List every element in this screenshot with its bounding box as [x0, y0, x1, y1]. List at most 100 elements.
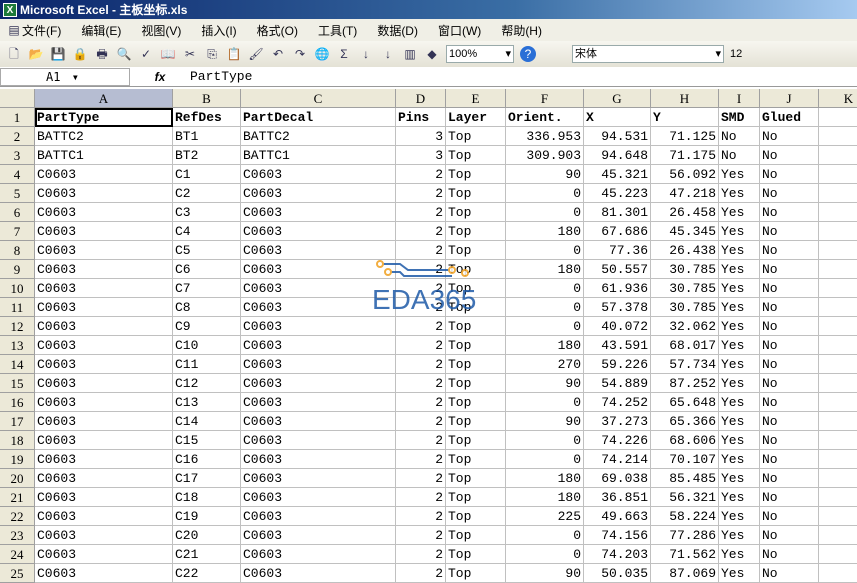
row-header[interactable]: 13 — [0, 336, 35, 355]
cell[interactable]: 67.686 — [584, 222, 651, 241]
cell[interactable] — [819, 222, 857, 241]
cell[interactable]: Yes — [719, 564, 760, 583]
cell[interactable]: C19 — [173, 507, 241, 526]
cell[interactable] — [819, 184, 857, 203]
cell[interactable]: Yes — [719, 355, 760, 374]
name-box[interactable]: A1 — [0, 67, 130, 86]
cell[interactable]: No — [760, 241, 819, 260]
cell[interactable]: 50.557 — [584, 260, 651, 279]
cell[interactable] — [819, 241, 857, 260]
cell[interactable]: Yes — [719, 469, 760, 488]
header-cell[interactable]: RefDes — [173, 108, 241, 127]
cell[interactable]: 94.648 — [584, 146, 651, 165]
cell[interactable] — [819, 374, 857, 393]
cell[interactable]: No — [760, 146, 819, 165]
cell[interactable]: C0603 — [35, 393, 173, 412]
cell[interactable]: C0603 — [35, 241, 173, 260]
cell[interactable]: C0603 — [35, 165, 173, 184]
row-header[interactable]: 16 — [0, 393, 35, 412]
cell[interactable]: C0603 — [35, 355, 173, 374]
cell[interactable]: No — [760, 488, 819, 507]
cell[interactable]: C0603 — [241, 222, 396, 241]
cell[interactable]: 50.035 — [584, 564, 651, 583]
cell[interactable]: BT1 — [173, 127, 241, 146]
cell[interactable]: Yes — [719, 241, 760, 260]
cell[interactable]: 49.663 — [584, 507, 651, 526]
cell[interactable]: C0603 — [35, 374, 173, 393]
row-header[interactable]: 1 — [0, 108, 35, 127]
column-header-B[interactable]: B — [173, 89, 241, 108]
cell[interactable]: C13 — [173, 393, 241, 412]
cell[interactable]: 58.224 — [651, 507, 719, 526]
cell[interactable]: 68.606 — [651, 431, 719, 450]
drawing-icon[interactable]: ◆ — [424, 46, 440, 62]
cell[interactable]: Yes — [719, 545, 760, 564]
cell[interactable]: No — [760, 526, 819, 545]
cell[interactable]: Yes — [719, 412, 760, 431]
cell[interactable]: No — [760, 298, 819, 317]
cell[interactable]: C22 — [173, 564, 241, 583]
column-header-C[interactable]: C — [241, 89, 396, 108]
cell[interactable]: No — [760, 545, 819, 564]
cell[interactable]: 74.156 — [584, 526, 651, 545]
cell[interactable]: Top — [446, 317, 506, 336]
cell[interactable]: 94.531 — [584, 127, 651, 146]
cell[interactable]: 0 — [506, 526, 584, 545]
cell[interactable]: C0603 — [241, 507, 396, 526]
cell[interactable]: No — [760, 412, 819, 431]
cell[interactable] — [819, 488, 857, 507]
cell[interactable]: Yes — [719, 450, 760, 469]
cell[interactable]: 309.903 — [506, 146, 584, 165]
cell[interactable]: 0 — [506, 241, 584, 260]
cell[interactable]: C5 — [173, 241, 241, 260]
cell[interactable]: 85.485 — [651, 469, 719, 488]
research-icon[interactable]: 📖 — [160, 46, 176, 62]
column-header-E[interactable]: E — [446, 89, 506, 108]
cell[interactable]: Yes — [719, 317, 760, 336]
cell[interactable]: 71.175 — [651, 146, 719, 165]
cell[interactable]: 3 — [396, 127, 446, 146]
cell[interactable]: C0603 — [35, 545, 173, 564]
cell[interactable]: 45.223 — [584, 184, 651, 203]
cell[interactable]: No — [760, 431, 819, 450]
cell[interactable]: 2 — [396, 317, 446, 336]
cell[interactable]: C0603 — [35, 526, 173, 545]
cell[interactable]: 74.252 — [584, 393, 651, 412]
row-header[interactable]: 11 — [0, 298, 35, 317]
cell[interactable]: 65.648 — [651, 393, 719, 412]
cell[interactable]: C18 — [173, 488, 241, 507]
spelling-icon[interactable]: ✓ — [138, 46, 154, 62]
cell[interactable]: 87.069 — [651, 564, 719, 583]
cell[interactable]: No — [760, 203, 819, 222]
cell[interactable]: 90 — [506, 374, 584, 393]
cell[interactable] — [819, 393, 857, 412]
cell[interactable]: Top — [446, 393, 506, 412]
cell[interactable]: C0603 — [35, 203, 173, 222]
cell[interactable]: BT2 — [173, 146, 241, 165]
row-header[interactable]: 17 — [0, 412, 35, 431]
cell[interactable]: 54.889 — [584, 374, 651, 393]
cell[interactable]: C0603 — [241, 374, 396, 393]
cell[interactable]: C15 — [173, 431, 241, 450]
cell[interactable]: 40.072 — [584, 317, 651, 336]
cell[interactable]: No — [760, 564, 819, 583]
cell[interactable]: Top — [446, 203, 506, 222]
cell[interactable]: C1 — [173, 165, 241, 184]
cell[interactable]: 69.038 — [584, 469, 651, 488]
chart-wizard-icon[interactable]: ▥ — [402, 46, 418, 62]
header-cell[interactable]: SMD — [719, 108, 760, 127]
print-preview-icon[interactable]: 🔍 — [116, 46, 132, 62]
row-header[interactable]: 3 — [0, 146, 35, 165]
cell[interactable] — [819, 260, 857, 279]
cell[interactable]: C0603 — [35, 336, 173, 355]
cell[interactable] — [819, 507, 857, 526]
cell[interactable]: 2 — [396, 165, 446, 184]
menu-item[interactable]: 工具(T) — [318, 24, 357, 38]
cell[interactable] — [819, 203, 857, 222]
cell[interactable]: C0603 — [241, 184, 396, 203]
autosum-icon[interactable]: Σ — [336, 46, 352, 62]
menu-item[interactable]: 文件(F) — [22, 24, 61, 38]
cell[interactable]: C20 — [173, 526, 241, 545]
cell[interactable]: 71.562 — [651, 545, 719, 564]
row-header[interactable]: 9 — [0, 260, 35, 279]
